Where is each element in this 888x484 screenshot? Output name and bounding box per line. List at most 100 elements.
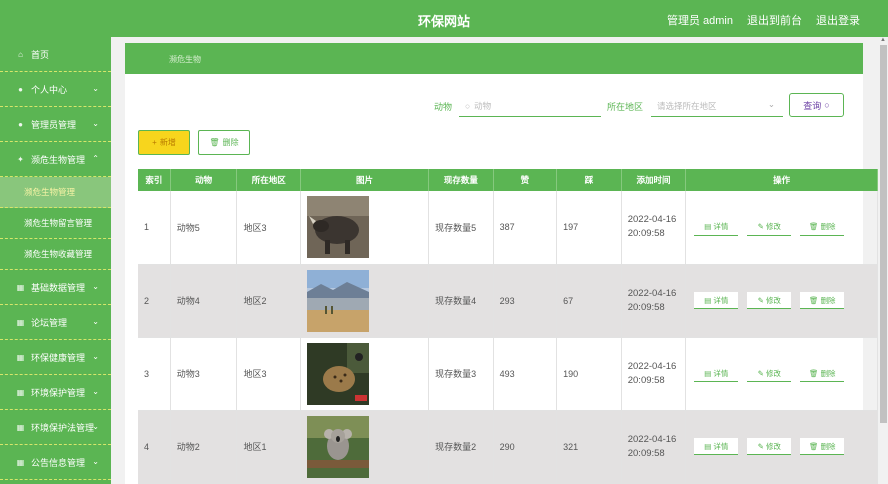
delete-row-button[interactable]: 🗑删除	[800, 365, 844, 382]
sidebar-item-env-law[interactable]: ▦ 环境保护法管理 ⌄	[0, 410, 111, 445]
sidebar-item-endangered-management[interactable]: ✦ 濒危生物管理 ⌃	[0, 142, 111, 177]
cell-actions: ▤详情 ✎修改 🗑删除	[686, 337, 878, 410]
trash-icon: 🗑	[809, 222, 819, 231]
cell-region: 地区3	[237, 191, 301, 264]
add-button-label: 新增	[160, 137, 176, 148]
edit-button[interactable]: ✎修改	[747, 292, 791, 309]
sidebar-item-label: 论坛管理	[31, 316, 67, 329]
user-icon: ●	[16, 120, 25, 129]
chevron-down-icon: ⌄	[92, 119, 99, 128]
cell-dislike: 197	[557, 191, 622, 264]
sidebar-subitem-endangered-favorites[interactable]: 濒危生物收藏管理	[0, 239, 111, 270]
region-placeholder: 请选择所在地区	[657, 101, 717, 111]
sidebar-subitem-endangered-management[interactable]: 濒危生物管理	[0, 177, 111, 208]
trash-icon: 🗑	[809, 442, 819, 451]
cell-index: 1	[138, 191, 170, 264]
sidebar-item-label: 首页	[31, 48, 49, 61]
cell-region: 地区3	[237, 337, 301, 410]
cell-image	[300, 410, 428, 483]
grid-icon: ▦	[16, 318, 25, 327]
sidebar-item-label: 濒危生物管理	[31, 153, 85, 166]
detail-icon: ▤	[704, 442, 711, 451]
cell-index: 3	[138, 337, 170, 410]
cell-actions: ▤详情 ✎修改 🗑删除	[686, 264, 878, 337]
detail-button[interactable]: ▤详情	[694, 438, 738, 455]
cell-add-time: 2022-04-1620:09:58	[621, 264, 686, 337]
scrollbar-thumb[interactable]	[880, 45, 887, 423]
logout-link[interactable]: 退出登录	[816, 12, 860, 28]
star-icon: ✦	[16, 155, 25, 164]
cell-image	[300, 191, 428, 264]
edit-button[interactable]: ✎修改	[747, 219, 791, 236]
admin-user-label[interactable]: 管理员 admin	[667, 12, 733, 28]
chevron-down-icon: ⌄	[92, 317, 99, 326]
query-button-label: 查询	[803, 99, 821, 112]
table-row: 4 动物2 地区1 现存数量2 290 321 2022-04-1620:09:…	[138, 410, 878, 483]
sidebar-item-label: 环境保护法管理	[31, 421, 94, 434]
query-button[interactable]: 查询 ○	[789, 93, 844, 117]
grid-icon: ▦	[16, 458, 25, 467]
cell-count: 现存数量2	[429, 410, 494, 483]
cell-count: 现存数量5	[429, 191, 494, 264]
sidebar-item-announcements[interactable]: ▦ 公告信息管理 ⌄	[0, 445, 111, 480]
grid-icon: ▦	[16, 353, 25, 362]
cell-dislike: 321	[557, 410, 622, 483]
sidebar-item-home[interactable]: ⌂ 首页	[0, 37, 111, 72]
cell-time: 20:09:58	[628, 227, 686, 241]
chevron-down-icon: ⌄	[92, 457, 99, 466]
cell-dislike: 67	[557, 264, 622, 337]
detail-button[interactable]: ▤详情	[694, 365, 738, 382]
batch-delete-button[interactable]: 🗑 删除	[198, 130, 250, 155]
table-header-row: 索引 动物 所在地区 图片 现存数量 赞 踩 添加时间 操作	[138, 169, 878, 191]
delete-row-button[interactable]: 🗑删除	[800, 292, 844, 309]
detail-icon: ▤	[704, 222, 711, 231]
cell-image	[300, 264, 428, 337]
top-header: 环保网站 管理员 admin 退出到前台 退出登录	[0, 0, 888, 37]
back-to-front-link[interactable]: 退出到前台	[747, 12, 802, 28]
cell-date: 2022-04-16	[628, 213, 686, 227]
animal-search-input[interactable]: ○动物	[459, 93, 601, 117]
cell-animal: 动物4	[170, 264, 237, 337]
cell-dislike: 190	[557, 337, 622, 410]
chevron-down-icon: ⌄	[92, 84, 99, 93]
cell-time: 20:09:58	[628, 374, 686, 388]
chevron-down-icon: ⌄	[92, 352, 99, 361]
region-label: 所在地区	[607, 100, 643, 113]
page-scrollbar[interactable]: ▲	[879, 37, 888, 484]
sidebar-item-admin-management[interactable]: ● 管理员管理 ⌄	[0, 107, 111, 142]
detail-icon: ▤	[704, 369, 711, 378]
search-bar: 动物 ○动物 所在地区 请选择所在地区 ⌄ 查询 ○	[125, 93, 863, 119]
chevron-up-icon: ⌃	[92, 154, 99, 163]
col-header-count: 现存数量	[429, 169, 494, 191]
cell-add-time: 2022-04-1620:09:58	[621, 191, 686, 264]
trash-icon: 🗑	[809, 296, 819, 305]
scroll-up-icon: ▲	[880, 37, 886, 43]
sidebar-item-env-protection[interactable]: ▦ 环境保护管理 ⌄	[0, 375, 111, 410]
detail-button[interactable]: ▤详情	[694, 219, 738, 236]
add-button[interactable]: + 新增	[138, 130, 190, 155]
detail-button[interactable]: ▤详情	[694, 292, 738, 309]
edit-button[interactable]: ✎修改	[747, 438, 791, 455]
delete-row-button[interactable]: 🗑删除	[800, 438, 844, 455]
edit-button[interactable]: ✎修改	[747, 365, 791, 382]
sidebar-item-label: 个人中心	[31, 83, 67, 96]
animal-photo	[307, 416, 369, 478]
table-row: 2 动物4 地区2 现存数量4 293 67 2022-04-1620:09:5…	[138, 264, 878, 337]
cell-like: 493	[493, 337, 557, 410]
cell-region: 地区1	[237, 410, 301, 483]
sidebar-item-eco-health[interactable]: ▦ 环保健康管理 ⌄	[0, 340, 111, 375]
animal-photo	[307, 196, 369, 258]
sidebar-item-label: 基础数据管理	[31, 281, 85, 294]
region-select[interactable]: 请选择所在地区 ⌄	[651, 93, 783, 117]
delete-row-button[interactable]: 🗑删除	[800, 219, 844, 236]
cell-actions: ▤详情 ✎修改 🗑删除	[686, 410, 878, 483]
sidebar-subitem-endangered-messages[interactable]: 濒危生物留言管理	[0, 208, 111, 239]
cell-like: 293	[493, 264, 557, 337]
animal-photo	[307, 270, 369, 332]
trash-icon: 🗑	[809, 369, 819, 378]
animal-photo	[307, 343, 369, 405]
sidebar: ⌂ 首页 ● 个人中心 ⌄ ● 管理员管理 ⌄ ✦ 濒危生物管理 ⌃ 濒危生物管…	[0, 37, 111, 484]
sidebar-item-basic-data[interactable]: ▦ 基础数据管理 ⌄	[0, 270, 111, 305]
sidebar-item-forum[interactable]: ▦ 论坛管理 ⌄	[0, 305, 111, 340]
sidebar-item-personal-center[interactable]: ● 个人中心 ⌄	[0, 72, 111, 107]
